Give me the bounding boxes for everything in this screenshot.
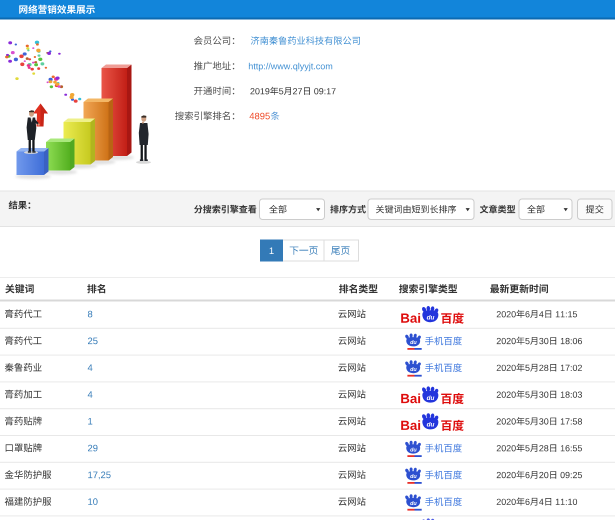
svg-text:du: du bbox=[410, 367, 417, 373]
svg-text:du: du bbox=[410, 501, 417, 507]
svg-text:du: du bbox=[410, 474, 417, 480]
svg-text:du: du bbox=[410, 340, 417, 346]
svg-text:du: du bbox=[427, 314, 435, 321]
svg-text:du: du bbox=[427, 422, 435, 429]
svg-text:du: du bbox=[410, 447, 417, 453]
svg-text:du: du bbox=[427, 395, 435, 402]
